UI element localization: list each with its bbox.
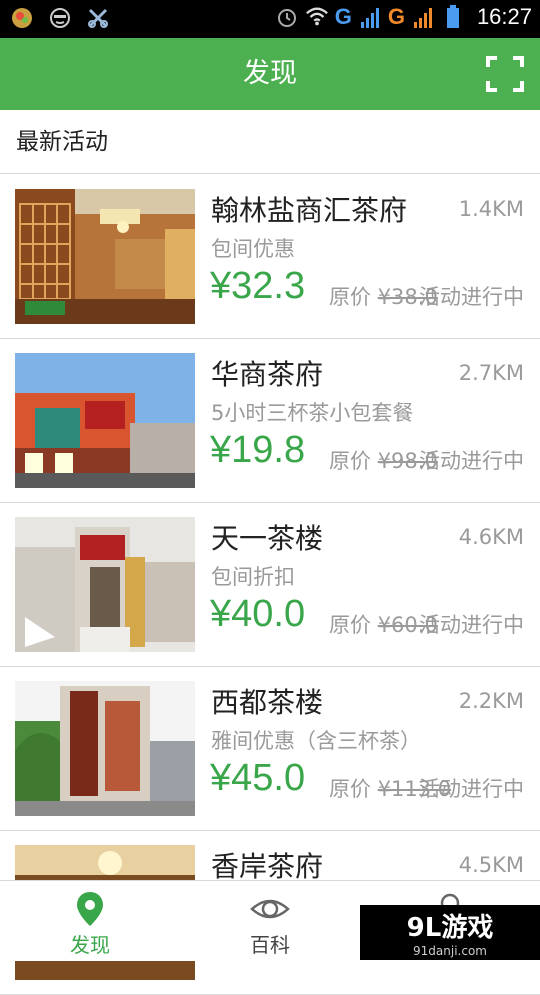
alarm-icon <box>275 5 299 29</box>
offer-subtitle: 5小时三杯茶小包套餐 <box>211 401 414 425</box>
location-pin-icon <box>77 892 103 926</box>
teahouse-photo <box>15 189 195 324</box>
list-item[interactable]: 华商茶府 2.7KM 5小时三杯茶小包套餐 ¥19.8 原价 ¥98.0 活动进… <box>0 339 540 503</box>
tab-encyclopedia[interactable]: 百科 <box>180 881 360 961</box>
section-title: 最新活动 <box>0 110 540 174</box>
scan-icon[interactable] <box>486 56 524 92</box>
list-item[interactable]: 天一茶楼 4.6KM 包间折扣 ¥40.0 原价 ¥60.0 活动进行中 <box>0 503 540 667</box>
tab-label: 发现 <box>70 933 110 957</box>
teahouse-list: 翰林盐商汇茶府 1.4KM 包间优惠 ¥32.3 原价 ¥38.0 活动进行中 … <box>0 175 540 995</box>
price-label: ¥32.3 <box>210 265 306 307</box>
distance-label: 4.6KM <box>458 525 524 549</box>
app-header: 发现 <box>0 38 540 110</box>
list-item[interactable]: 翰林盐商汇茶府 1.4KM 包间优惠 ¥32.3 原价 ¥38.0 活动进行中 <box>0 175 540 339</box>
teahouse-name: 香岸茶府 <box>211 850 324 883</box>
original-price-label: 原价 <box>329 285 371 309</box>
distance-label: 4.5KM <box>458 853 524 877</box>
teahouse-photo <box>15 681 195 816</box>
price-label: ¥40.0 <box>210 593 306 635</box>
original-price-label: 原价 <box>329 613 371 637</box>
teahouse-name: 西都茶楼 <box>211 686 324 719</box>
face-icon <box>48 6 72 30</box>
original-price-label: 原价 <box>329 449 371 473</box>
network-type-label: G <box>334 4 352 29</box>
status-badge: 活动进行中 <box>419 285 524 309</box>
offer-subtitle: 雅间优惠（含三杯茶） <box>211 729 421 753</box>
page-title: 发现 <box>243 58 297 89</box>
list-item[interactable]: 西都茶楼 2.2KM 雅间优惠（含三杯茶） ¥45.0 原价 ¥113.0 活动… <box>0 667 540 831</box>
tab-label: 百科 <box>250 933 290 957</box>
offer-subtitle: 包间优惠 <box>211 237 295 261</box>
network-type-label-2: G <box>387 4 405 29</box>
signal-icon-2 <box>411 5 435 29</box>
tab-discover[interactable]: 发现 <box>0 881 180 961</box>
clock-time: 16:27 <box>476 4 532 29</box>
teahouse-name: 天一茶楼 <box>211 522 324 555</box>
eye-icon <box>250 899 290 919</box>
distance-label: 2.2KM <box>458 689 524 713</box>
teahouse-photo <box>15 353 195 488</box>
status-bar: G G 16:27 <box>0 0 540 38</box>
battery-icon <box>441 5 465 29</box>
watermark-brand: 9L游戏 <box>406 913 494 943</box>
game-icon <box>10 6 34 30</box>
tools-icon <box>86 6 110 30</box>
teahouse-name: 华商茶府 <box>211 358 324 391</box>
price-label: ¥19.8 <box>210 429 306 471</box>
wifi-icon <box>305 5 329 29</box>
signal-icon <box>358 5 382 29</box>
original-price-label: 原价 <box>329 777 371 801</box>
watermark-url: 91danji.com <box>413 944 487 958</box>
distance-label: 2.7KM <box>458 361 524 385</box>
teahouse-name: 翰林盐商汇茶府 <box>211 194 408 227</box>
status-badge: 活动进行中 <box>419 613 524 637</box>
offer-subtitle: 包间折扣 <box>211 565 295 589</box>
distance-label: 1.4KM <box>458 197 524 221</box>
teahouse-photo <box>15 517 195 652</box>
watermark: 9L游戏 91danji.com <box>360 905 540 960</box>
price-label: ¥45.0 <box>210 757 306 799</box>
status-badge: 活动进行中 <box>419 449 524 473</box>
status-badge: 活动进行中 <box>419 777 524 801</box>
